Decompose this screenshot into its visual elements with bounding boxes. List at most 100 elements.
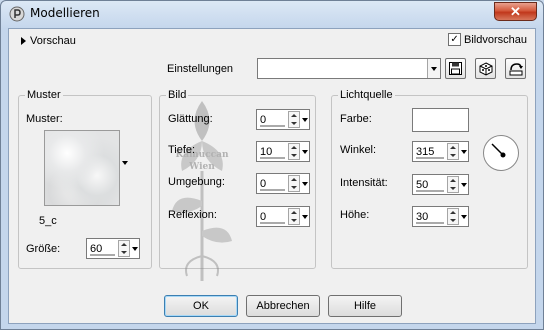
checkbox-box[interactable]: ✓ — [448, 33, 462, 46]
light-direction-dial-icon[interactable] — [482, 134, 520, 172]
size-slider-bar[interactable] — [90, 254, 115, 256]
tiefe-stepper[interactable] — [288, 143, 300, 160]
image-preview-checkbox[interactable]: ✓ Bildvorschau — [448, 33, 527, 46]
cancel-button[interactable]: Abbrechen — [246, 295, 320, 317]
down-arrow-icon[interactable] — [450, 218, 456, 222]
farbe-label: Farbe: — [340, 113, 372, 125]
chevron-down-icon — [461, 214, 467, 219]
glaettung-slider-bar[interactable] — [260, 125, 285, 127]
pattern-dropdown-button[interactable] — [122, 161, 128, 165]
hoehe-stepper[interactable] — [447, 208, 459, 225]
reflexion-spinbox[interactable]: 0 — [256, 206, 310, 227]
chevron-down-icon — [461, 149, 467, 154]
down-arrow-icon[interactable] — [291, 185, 297, 189]
size-label: Größe: — [26, 243, 61, 255]
down-arrow-icon[interactable] — [121, 250, 127, 254]
winkel-menu-button[interactable] — [460, 143, 468, 160]
pattern-name: 5_c — [39, 215, 57, 227]
light-color-swatch[interactable] — [412, 108, 469, 132]
tiefe-slider-bar[interactable] — [260, 157, 285, 159]
settings-label: Einstellungen — [167, 63, 234, 75]
size-menu-button[interactable] — [131, 240, 139, 257]
expand-triangle-icon — [21, 37, 26, 45]
umgebung-label: Umgebung: — [168, 176, 225, 188]
dialog-window: Modellieren ✕ Vorschau ✓ Bildvorschau Ei… — [0, 0, 544, 330]
down-arrow-icon[interactable] — [450, 153, 456, 157]
reflexion-slider-bar[interactable] — [260, 222, 285, 224]
up-arrow-icon[interactable] — [291, 211, 297, 215]
save-preset-button[interactable] — [445, 58, 466, 79]
tiefe-spinbox[interactable]: 10 — [256, 141, 310, 162]
winkel-stepper[interactable] — [447, 143, 459, 160]
reflexion-label: Reflexion: — [168, 209, 217, 221]
reset-button[interactable] — [475, 58, 496, 79]
glaettung-menu-button[interactable] — [301, 111, 309, 128]
preview-toggle[interactable]: Vorschau — [21, 35, 76, 47]
winkel-spinbox[interactable]: 315 — [412, 141, 469, 162]
winkel-label: Winkel: — [340, 144, 377, 156]
hoehe-spinbox[interactable]: 30 — [412, 206, 469, 227]
chevron-down-icon — [461, 182, 467, 187]
chevron-down-icon — [302, 117, 308, 122]
chevron-down-icon — [302, 149, 308, 154]
reflexion-stepper[interactable] — [288, 208, 300, 225]
chevron-down-icon — [302, 181, 308, 186]
hoehe-label: Höhe: — [340, 209, 370, 221]
intensitaet-label: Intensität: — [340, 177, 388, 189]
window-title: Modellieren — [30, 6, 100, 20]
muster-group-title: Muster — [25, 89, 63, 101]
hoehe-menu-button[interactable] — [460, 208, 468, 225]
preset-options-button[interactable] — [505, 58, 526, 79]
chevron-down-icon — [431, 66, 437, 71]
umgebung-stepper[interactable] — [288, 175, 300, 192]
down-arrow-icon[interactable] — [291, 218, 297, 222]
umgebung-menu-button[interactable] — [301, 175, 309, 192]
up-arrow-icon[interactable] — [291, 146, 297, 150]
preset-options-icon — [509, 62, 523, 75]
chevron-down-icon — [302, 214, 308, 219]
title-bar[interactable]: Modellieren ✕ — [1, 1, 543, 27]
image-preview-label: Bildvorschau — [464, 33, 527, 46]
umgebung-spinbox[interactable]: 0 — [256, 173, 310, 194]
up-arrow-icon[interactable] — [291, 114, 297, 118]
up-arrow-icon[interactable] — [450, 179, 456, 183]
app-icon — [9, 6, 25, 22]
glaettung-spinbox[interactable]: 0 — [256, 109, 310, 130]
help-button[interactable]: Hilfe — [328, 295, 402, 317]
winkel-slider-bar[interactable] — [416, 157, 444, 159]
settings-combobox[interactable] — [257, 58, 441, 79]
up-arrow-icon[interactable] — [291, 178, 297, 182]
hoehe-slider-bar[interactable] — [416, 222, 444, 224]
umgebung-slider-bar[interactable] — [260, 189, 285, 191]
pattern-swatch[interactable] — [44, 130, 120, 206]
size-stepper[interactable] — [118, 240, 130, 257]
up-arrow-icon[interactable] — [450, 211, 456, 215]
ok-button[interactable]: OK — [164, 295, 238, 317]
intensitaet-menu-button[interactable] — [460, 176, 468, 193]
reflexion-menu-button[interactable] — [301, 208, 309, 225]
save-icon — [449, 62, 462, 75]
close-button[interactable]: ✕ — [494, 2, 537, 21]
bild-group-title: Bild — [166, 89, 189, 101]
intensitaet-slider-bar[interactable] — [416, 190, 444, 192]
down-arrow-icon[interactable] — [291, 153, 297, 157]
preview-toggle-label: Vorschau — [30, 35, 76, 47]
tiefe-menu-button[interactable] — [301, 143, 309, 160]
intensitaet-spinbox[interactable]: 50 — [412, 174, 469, 195]
glaettung-label: Glättung: — [168, 113, 213, 125]
intensitaet-stepper[interactable] — [447, 176, 459, 193]
cube-reset-icon — [479, 61, 492, 76]
combo-dropdown-button[interactable] — [427, 59, 440, 78]
dialog-client: Vorschau ✓ Bildvorschau Einstellungen Mu… — [8, 28, 536, 324]
lichtquelle-group-title: Lichtquelle — [338, 89, 395, 101]
muster-field-label: Muster: — [26, 113, 63, 125]
chevron-down-icon — [122, 161, 128, 165]
down-arrow-icon[interactable] — [450, 186, 456, 190]
glaettung-stepper[interactable] — [288, 111, 300, 128]
up-arrow-icon[interactable] — [121, 243, 127, 247]
size-spinbox[interactable]: 60 — [86, 238, 140, 259]
chevron-down-icon — [132, 246, 138, 251]
tiefe-label: Tiefe: — [168, 144, 196, 156]
up-arrow-icon[interactable] — [450, 146, 456, 150]
down-arrow-icon[interactable] — [291, 121, 297, 125]
